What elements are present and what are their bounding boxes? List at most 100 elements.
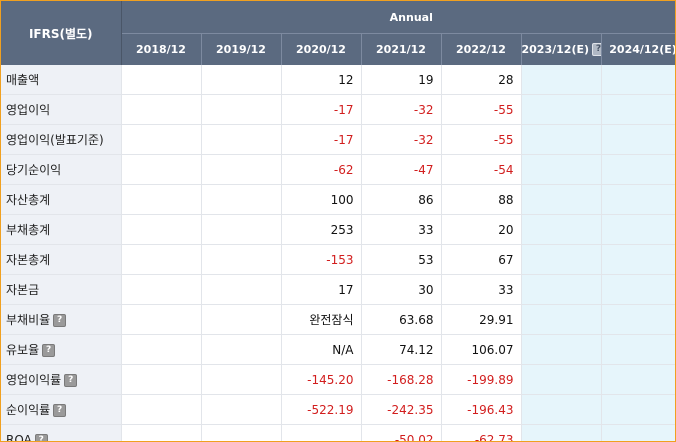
year-header-cell: 2021/12 xyxy=(361,33,442,65)
value-cell xyxy=(201,274,282,305)
row-label-cell: 당기순이익 xyxy=(1,154,122,185)
table-row: 영업이익 -17 -32 -55 xyxy=(1,94,675,125)
row-label-cell: 영업이익(발표기준) xyxy=(1,124,122,155)
value-cell: 63.68 xyxy=(361,304,442,335)
value-cell xyxy=(601,154,675,185)
help-icon[interactable]: ? xyxy=(42,344,56,357)
value-cell: -242.35 xyxy=(361,394,442,425)
value-cell: 100 xyxy=(281,184,362,215)
value-cell xyxy=(521,124,602,155)
value-cell xyxy=(601,124,675,155)
value-cell: 74.12 xyxy=(361,334,442,365)
row-label-cell: 부채비율? xyxy=(1,304,122,335)
row-label-cell: 부채총계 xyxy=(1,214,122,245)
table-row: 매출액 12 19 28 xyxy=(1,65,675,95)
year-label: 2019/12 xyxy=(216,43,266,56)
table-row: 영업이익(발표기준) -17 -32 -55 xyxy=(1,124,675,155)
value-cell xyxy=(121,94,202,125)
table-row: 순이익률? -522.19 -242.35 -196.43 xyxy=(1,394,675,425)
row-label: 자산총계 xyxy=(6,193,51,207)
value-cell: 17 xyxy=(281,274,362,305)
year-header-cell: 2018/12 xyxy=(121,33,202,65)
value-cell xyxy=(121,364,202,395)
help-icon[interactable]: ? xyxy=(34,433,48,441)
value-cell: -62 xyxy=(281,154,362,185)
value-cell: 88 xyxy=(441,184,522,215)
value-cell xyxy=(521,334,602,365)
value-cell xyxy=(121,424,202,441)
value-cell: -54 xyxy=(441,154,522,185)
value-cell xyxy=(521,184,602,215)
value-cell xyxy=(201,214,282,245)
annual-group-header: Annual xyxy=(121,1,675,34)
row-label: 유보율 xyxy=(6,343,40,357)
row-label: ROA xyxy=(6,432,32,442)
value-cell: -145.20 xyxy=(281,364,362,395)
value-cell xyxy=(521,364,602,395)
year-label: 2020/12 xyxy=(296,43,346,56)
row-label: 순이익률 xyxy=(6,403,51,417)
value-cell: 67 xyxy=(441,244,522,275)
row-label: 매출액 xyxy=(6,73,40,87)
help-icon[interactable]: ? xyxy=(592,43,600,57)
value-cell xyxy=(121,334,202,365)
row-label-cell: 영업이익률? xyxy=(1,364,122,395)
help-icon[interactable]: ? xyxy=(53,404,67,417)
table-row: 당기순이익 -62 -47 -54 xyxy=(1,154,675,185)
value-cell xyxy=(201,124,282,155)
value-cell xyxy=(121,65,202,95)
row-label: 영업이익률 xyxy=(6,373,62,387)
table-body: 매출액 12 19 28 영업이익 -17 -32 -55 영업이익(발표기준) -17 -32 -5… xyxy=(1,65,675,442)
value-cell xyxy=(601,65,675,95)
value-cell xyxy=(601,94,675,125)
value-cell xyxy=(521,154,602,185)
financial-summary-panel: IFRS(별도) Annual 2018/12 2019/12 2020/12 202… xyxy=(0,0,676,442)
row-label-cell: 자본총계 xyxy=(1,244,122,275)
value-cell: -55 xyxy=(441,124,522,155)
year-label: 2021/12 xyxy=(376,43,426,56)
value-cell xyxy=(121,304,202,335)
year-label: 2018/12 xyxy=(136,43,186,56)
year-header-cell: 2022/12 xyxy=(441,33,522,65)
value-cell xyxy=(601,424,675,441)
value-cell: -153 xyxy=(281,244,362,275)
value-cell xyxy=(201,394,282,425)
year-header-cell: 2020/12 xyxy=(281,33,362,65)
value-cell: -50.02 xyxy=(361,424,442,441)
value-cell xyxy=(201,424,282,441)
table-row: ROA? -50.02 -62.73 xyxy=(1,424,675,442)
value-cell xyxy=(521,94,602,125)
table-row: 부채총계 253 33 20 xyxy=(1,214,675,245)
value-cell: 29.91 xyxy=(441,304,522,335)
table-header: IFRS(별도) Annual 2018/12 2019/12 2020/12 202… xyxy=(1,1,675,65)
value-cell xyxy=(601,214,675,245)
value-cell xyxy=(521,394,602,425)
row-label: 영업이익(발표기준) xyxy=(6,133,104,147)
table-row: 영업이익률? -145.20 -168.28 -199.89 xyxy=(1,364,675,395)
value-cell: -168.28 xyxy=(361,364,442,395)
help-icon[interactable]: ? xyxy=(64,374,78,387)
value-cell xyxy=(601,334,675,365)
help-icon[interactable]: ? xyxy=(53,314,67,327)
value-cell: 30 xyxy=(361,274,442,305)
value-cell: 33 xyxy=(361,214,442,245)
value-cell: -522.19 xyxy=(281,394,362,425)
value-cell xyxy=(121,154,202,185)
value-cell: 19 xyxy=(361,65,442,95)
value-cell xyxy=(201,244,282,275)
value-cell: N/A xyxy=(281,334,362,365)
value-cell xyxy=(601,394,675,425)
value-cell: -62.73 xyxy=(441,424,522,441)
value-cell: -17 xyxy=(281,124,362,155)
year-label: 2023/12(E) xyxy=(521,42,590,56)
value-cell: 53 xyxy=(361,244,442,275)
value-cell: -55 xyxy=(441,94,522,125)
value-cell: -32 xyxy=(361,124,442,155)
value-cell xyxy=(121,244,202,275)
row-label-cell: 유보율? xyxy=(1,334,122,365)
value-cell xyxy=(601,244,675,275)
value-cell xyxy=(201,65,282,95)
row-label-cell: ROA? xyxy=(1,424,122,442)
year-header-cell: 2019/12 xyxy=(201,33,282,65)
value-cell xyxy=(121,184,202,215)
